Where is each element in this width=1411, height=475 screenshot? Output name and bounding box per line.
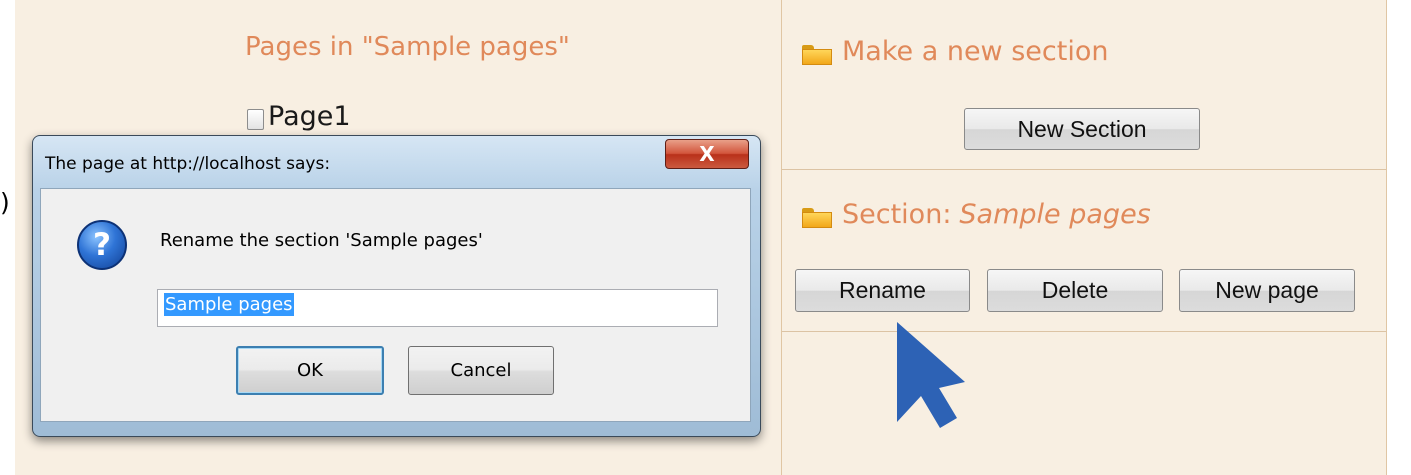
close-icon[interactable]: X <box>665 139 749 169</box>
input-value[interactable]: Sample pages <box>164 293 294 316</box>
new-section-heading: Make a new section <box>802 36 1108 67</box>
section-name: Sample pages <box>959 199 1151 230</box>
sidebar-divider <box>782 331 1386 332</box>
section-sidebar <box>781 0 1387 475</box>
section-heading: Section: Sample pages <box>802 199 1151 230</box>
question-icon: ? <box>77 220 127 270</box>
sidebar-divider <box>782 169 1386 170</box>
new-section-button[interactable]: New Section <box>964 108 1200 150</box>
folder-icon <box>802 207 832 228</box>
pointer-cursor-icon <box>897 322 965 428</box>
delete-button[interactable]: Delete <box>987 269 1163 312</box>
rename-button[interactable]: Rename <box>795 269 970 312</box>
folder-icon <box>802 44 832 65</box>
partial-text: ) <box>0 188 10 217</box>
page-icon <box>247 108 264 130</box>
pages-heading: Pages in "Sample pages" <box>245 32 570 62</box>
new-page-button[interactable]: New page <box>1179 269 1355 312</box>
section-title-prefix: Section: <box>842 199 952 230</box>
dialog-title: The page at http://localhost says: <box>45 154 331 174</box>
dialog-message: Rename the section 'Sample pages' <box>160 230 483 251</box>
new-section-title: Make a new section <box>842 36 1109 67</box>
page-list-item[interactable]: Page1 <box>247 98 351 134</box>
page-label[interactable]: Page1 <box>268 101 351 132</box>
cancel-button[interactable]: Cancel <box>408 346 554 395</box>
ok-button[interactable]: OK <box>236 346 384 395</box>
rename-input[interactable]: Sample pages <box>157 289 718 327</box>
